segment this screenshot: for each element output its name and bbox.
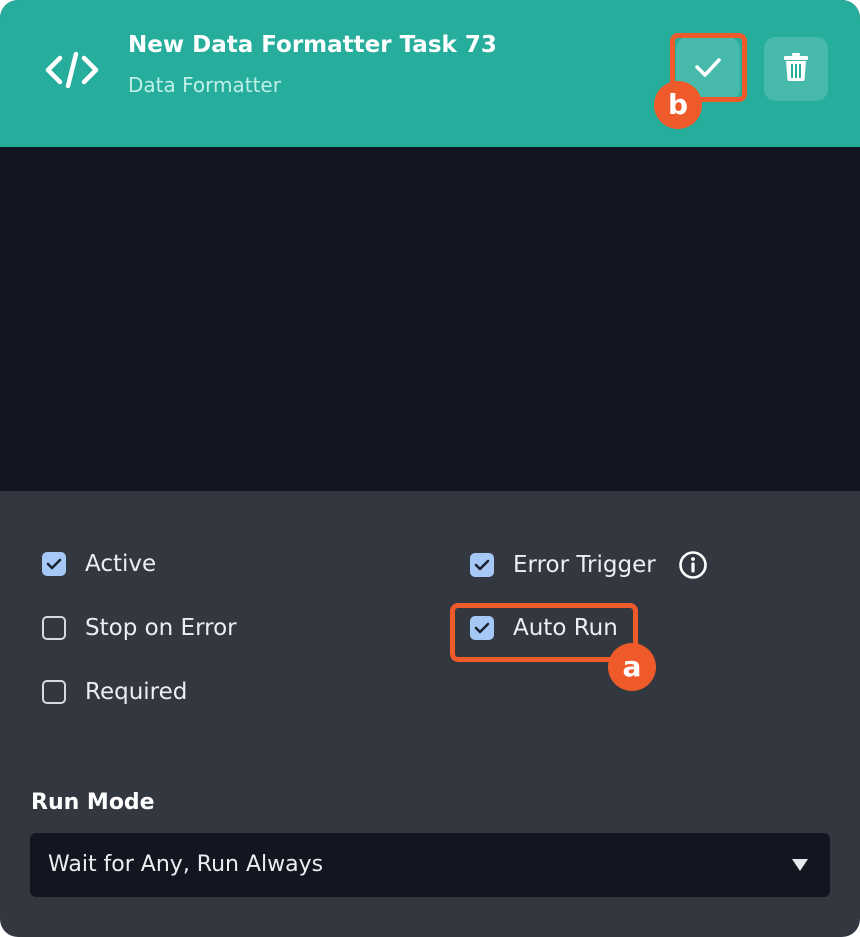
task-title: New Data Formatter Task 73 — [128, 32, 497, 58]
task-header: New Data Formatter Task 73 Data Formatte… — [0, 0, 860, 147]
stop-on-error-checkbox[interactable]: Stop on Error — [42, 615, 237, 641]
checkbox-checked-icon — [42, 552, 66, 576]
info-icon[interactable] — [678, 550, 708, 580]
run-mode-select[interactable]: Wait for Any, Run Always — [30, 833, 830, 897]
active-label: Active — [85, 551, 157, 577]
trash-icon — [783, 52, 809, 86]
task-type: Data Formatter — [128, 73, 281, 97]
run-mode-label: Run Mode — [31, 790, 155, 815]
preview-area — [0, 147, 860, 491]
checkbox-checked-icon — [470, 616, 494, 640]
error-trigger-label: Error Trigger — [513, 552, 656, 578]
check-icon — [693, 52, 723, 86]
caret-down-icon — [792, 859, 808, 871]
stop-on-error-label: Stop on Error — [85, 615, 237, 641]
auto-run-label: Auto Run — [513, 615, 618, 641]
active-checkbox[interactable]: Active — [42, 551, 156, 577]
task-node-card: New Data Formatter Task 73 Data Formatte… — [0, 0, 860, 937]
run-mode-value: Wait for Any, Run Always — [48, 852, 324, 877]
required-label: Required — [85, 679, 188, 705]
checkbox-unchecked-icon — [42, 616, 66, 640]
error-trigger-checkbox[interactable]: Error Trigger — [470, 550, 708, 580]
annotation-marker-b: b — [654, 81, 702, 129]
code-icon — [44, 46, 100, 94]
checkbox-unchecked-icon — [42, 680, 66, 704]
checkbox-checked-icon — [470, 553, 494, 577]
required-checkbox[interactable]: Required — [42, 679, 187, 705]
auto-run-checkbox[interactable]: Auto Run — [470, 615, 618, 641]
delete-button[interactable] — [764, 37, 828, 101]
annotation-marker-a: a — [608, 643, 656, 691]
